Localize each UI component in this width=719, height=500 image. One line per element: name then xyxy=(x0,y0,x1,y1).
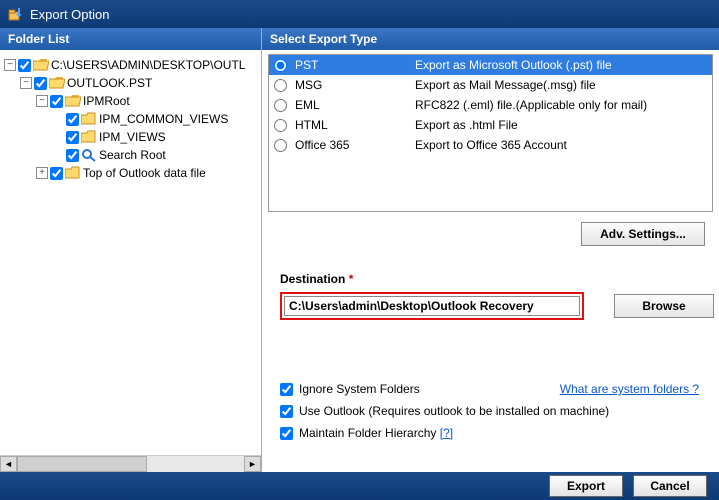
export-radio[interactable] xyxy=(274,59,287,72)
export-desc: Export as Mail Message(.msg) file xyxy=(411,78,712,92)
export-label: MSG xyxy=(291,78,411,92)
browse-button[interactable]: Browse xyxy=(614,294,714,318)
folder-open-icon xyxy=(33,58,49,72)
export-button[interactable]: Export xyxy=(549,475,623,497)
export-option-eml[interactable]: EML RFC822 (.eml) file.(Applicable only … xyxy=(269,95,712,115)
tree-node-top-outlook[interactable]: + Top of Outlook data file xyxy=(4,164,257,182)
collapse-icon[interactable]: − xyxy=(36,95,48,107)
no-expand-icon xyxy=(52,131,64,143)
export-desc: RFC822 (.eml) file.(Applicable only for … xyxy=(411,98,712,112)
tree-checkbox[interactable] xyxy=(18,59,31,72)
scroll-right-icon[interactable]: ► xyxy=(244,456,261,472)
h-scrollbar[interactable]: ◄ ► xyxy=(0,455,261,472)
use-outlook-checkbox[interactable] xyxy=(280,405,293,418)
folder-list-header: Folder List xyxy=(0,28,261,50)
system-folders-link[interactable]: What are system folders ? xyxy=(560,382,699,396)
tree-label: IPM_VIEWS xyxy=(99,130,166,144)
opt-hierarchy-row: Maintain Folder Hierarchy [?] xyxy=(280,422,719,444)
export-label: HTML xyxy=(291,118,411,132)
hierarchy-help-link[interactable]: [?] xyxy=(440,426,453,440)
export-radio[interactable] xyxy=(274,119,287,132)
tree-label: Search Root xyxy=(99,148,166,162)
use-outlook-label: Use Outlook (Requires outlook to be inst… xyxy=(299,404,609,418)
export-option-pst[interactable]: PST Export as Microsoft Outlook (.pst) f… xyxy=(269,55,712,75)
folder-open-icon xyxy=(49,76,65,90)
collapse-icon[interactable]: − xyxy=(20,77,32,89)
tree-checkbox[interactable] xyxy=(66,149,79,162)
export-radio[interactable] xyxy=(274,139,287,152)
tree-checkbox[interactable] xyxy=(66,131,79,144)
scroll-track[interactable] xyxy=(17,456,244,472)
export-radio[interactable] xyxy=(274,99,287,112)
tree-node-views[interactable]: IPM_VIEWS xyxy=(4,128,257,146)
export-type-header: Select Export Type xyxy=(262,28,719,50)
tree-checkbox[interactable] xyxy=(34,77,47,90)
ignore-system-checkbox[interactable] xyxy=(280,383,293,396)
export-desc: Export to Office 365 Account xyxy=(411,138,712,152)
search-icon xyxy=(81,148,97,162)
collapse-icon[interactable]: − xyxy=(4,59,16,71)
tree-label: IPMRoot xyxy=(83,94,130,108)
expand-icon[interactable]: + xyxy=(36,167,48,179)
ignore-system-label: Ignore System Folders xyxy=(299,382,420,396)
options-block: Ignore System Folders What are system fo… xyxy=(280,378,719,444)
tree-node-common-views[interactable]: IPM_COMMON_VIEWS xyxy=(4,110,257,128)
tree-label: C:\USERS\ADMIN\DESKTOP\OUTL xyxy=(51,58,245,72)
maintain-hierarchy-label: Maintain Folder Hierarchy xyxy=(299,426,436,440)
adv-settings-button[interactable]: Adv. Settings... xyxy=(581,222,705,246)
destination-label-text: Destination xyxy=(280,272,345,286)
tree-label: Top of Outlook data file xyxy=(83,166,206,180)
destination-label: Destination * xyxy=(280,272,719,286)
tree-checkbox[interactable] xyxy=(50,167,63,180)
folder-icon xyxy=(65,166,81,180)
tree-node-ipmroot[interactable]: − IPMRoot xyxy=(4,92,257,110)
tree-checkbox[interactable] xyxy=(50,95,63,108)
tree-node-search-root[interactable]: Search Root xyxy=(4,146,257,164)
footer: Export Cancel xyxy=(0,472,719,500)
tree-label: IPM_COMMON_VIEWS xyxy=(99,112,228,126)
export-type-list: PST Export as Microsoft Outlook (.pst) f… xyxy=(268,54,713,212)
export-option-o365[interactable]: Office 365 Export to Office 365 Account xyxy=(269,135,712,155)
export-desc: Export as .html File xyxy=(411,118,712,132)
destination-row: Browse xyxy=(280,292,719,320)
no-expand-icon xyxy=(52,113,64,125)
cancel-button[interactable]: Cancel xyxy=(633,475,707,497)
window-title: Export Option xyxy=(30,7,110,22)
export-label: EML xyxy=(291,98,411,112)
tree-checkbox[interactable] xyxy=(66,113,79,126)
export-label: PST xyxy=(291,58,411,72)
tree-node-root[interactable]: − C:\USERS\ADMIN\DESKTOP\OUTL xyxy=(4,56,257,74)
titlebar: Export Option xyxy=(0,0,719,28)
export-option-html[interactable]: HTML Export as .html File xyxy=(269,115,712,135)
export-panel: Select Export Type PST Export as Microso… xyxy=(262,28,719,472)
required-asterisk: * xyxy=(349,272,354,286)
scroll-left-icon[interactable]: ◄ xyxy=(0,456,17,472)
export-option-msg[interactable]: MSG Export as Mail Message(.msg) file xyxy=(269,75,712,95)
folder-icon xyxy=(81,112,97,126)
opt-ignore-row: Ignore System Folders What are system fo… xyxy=(280,378,719,400)
tree-node-pst[interactable]: − OUTLOOK.PST xyxy=(4,74,257,92)
destination-input[interactable] xyxy=(284,296,580,316)
content: Folder List − C:\USERS\ADMIN\DESKTOP\OUT… xyxy=(0,28,719,472)
folder-open-icon xyxy=(65,94,81,108)
export-label: Office 365 xyxy=(291,138,411,152)
folder-tree[interactable]: − C:\USERS\ADMIN\DESKTOP\OUTL − OUTLOOK.… xyxy=(0,50,261,455)
folder-icon xyxy=(81,130,97,144)
folder-panel: Folder List − C:\USERS\ADMIN\DESKTOP\OUT… xyxy=(0,28,262,472)
export-radio[interactable] xyxy=(274,79,287,92)
no-expand-icon xyxy=(52,149,64,161)
scroll-thumb[interactable] xyxy=(17,456,147,472)
export-icon xyxy=(8,6,24,22)
maintain-hierarchy-checkbox[interactable] xyxy=(280,427,293,440)
export-desc: Export as Microsoft Outlook (.pst) file xyxy=(411,58,712,72)
destination-input-highlight xyxy=(280,292,584,320)
tree-label: OUTLOOK.PST xyxy=(67,76,152,90)
opt-outlook-row: Use Outlook (Requires outlook to be inst… xyxy=(280,400,719,422)
